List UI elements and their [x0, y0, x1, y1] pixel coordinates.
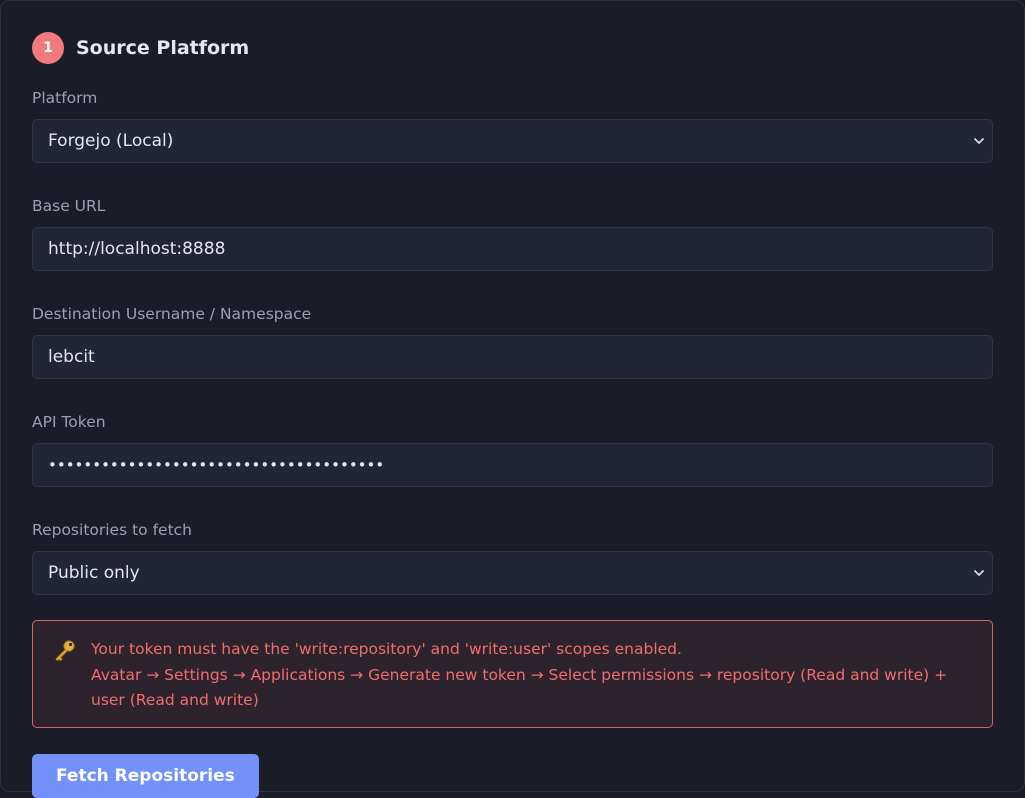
alert-line-1: Your token must have the 'write:reposito…: [91, 640, 682, 658]
api-token-input[interactable]: ••••••••••••••••••••••••••••••••••••••: [32, 443, 993, 487]
platform-label: Platform: [32, 89, 98, 107]
alert-line-2: Avatar → Settings → Applications → Gener…: [91, 665, 948, 710]
api-token-masked-value: ••••••••••••••••••••••••••••••••••••••: [48, 456, 385, 474]
api-token-field: API Token ••••••••••••••••••••••••••••••…: [32, 411, 993, 487]
base-url-value: http://localhost:8888: [48, 239, 226, 259]
repositories-select[interactable]: Public only: [32, 551, 993, 595]
destination-label: Destination Username / Namespace: [32, 305, 312, 323]
repositories-select-value: Public only: [48, 563, 140, 583]
section-title: Source Platform: [76, 37, 250, 59]
fetch-repositories-button[interactable]: Fetch Repositories: [32, 754, 259, 798]
base-url-field: Base URL http://localhost:8888: [32, 195, 993, 271]
chevron-down-icon: [974, 138, 984, 144]
api-token-label: API Token: [32, 413, 106, 431]
repositories-field: Repositories to fetch Public only: [32, 519, 993, 595]
repositories-label: Repositories to fetch: [32, 521, 192, 539]
source-platform-card: 1 Source Platform Platform Forgejo (Loca…: [0, 0, 1025, 798]
base-url-input[interactable]: http://localhost:8888: [32, 227, 993, 271]
step-number-badge: 1: [32, 32, 64, 64]
key-icon: [55, 640, 75, 661]
platform-field: Platform Forgejo (Local): [32, 87, 993, 163]
section-header: 1 Source Platform: [32, 32, 993, 64]
token-scope-alert: Your token must have the 'write:reposito…: [32, 620, 993, 728]
platform-select[interactable]: Forgejo (Local): [32, 119, 993, 163]
platform-select-value: Forgejo (Local): [48, 131, 174, 151]
destination-username-value: lebcit: [48, 347, 95, 367]
destination-field: Destination Username / Namespace lebcit: [32, 303, 993, 379]
base-url-label: Base URL: [32, 197, 106, 215]
chevron-down-icon: [974, 570, 984, 576]
destination-username-input[interactable]: lebcit: [32, 335, 993, 379]
